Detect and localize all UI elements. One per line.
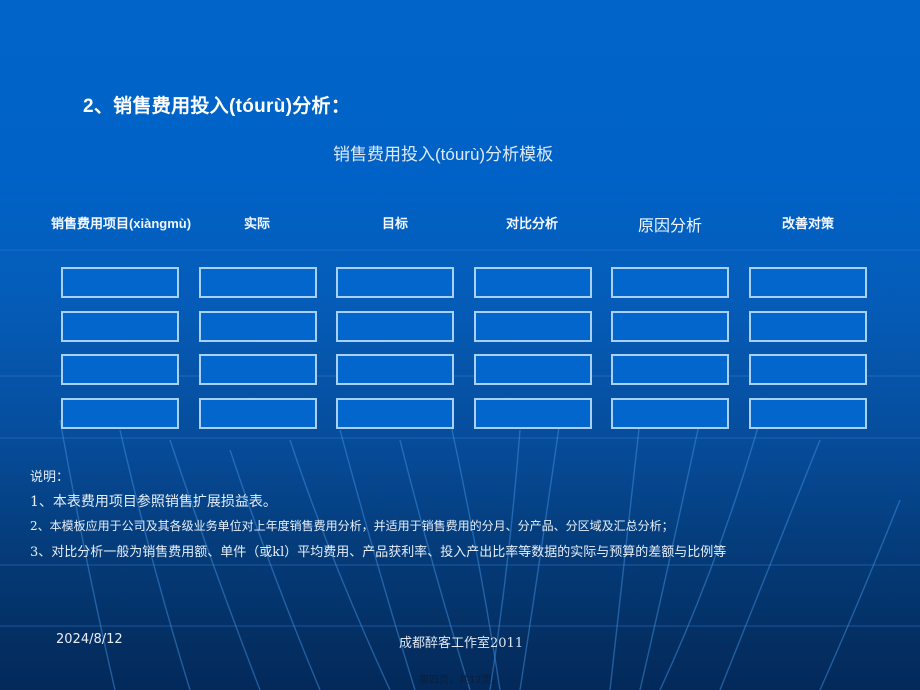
table-cell[interactable] xyxy=(336,267,454,298)
table-cell[interactable] xyxy=(749,267,867,298)
header-improvement: 改善对策 xyxy=(781,216,835,231)
table-cell[interactable] xyxy=(199,311,317,342)
table-cell[interactable] xyxy=(199,398,317,429)
table-cell[interactable] xyxy=(611,354,729,385)
header-comparison: 对比分析 xyxy=(505,216,559,231)
table-cell[interactable] xyxy=(61,398,179,429)
template-subtitle: 销售费用投入(tóurù)分析模板 xyxy=(333,145,554,164)
table-cell[interactable] xyxy=(474,398,592,429)
note-item: 3、对比分析一般为销售费用额、单件（或kl）平均费用、产品获利率、投入产出比率等… xyxy=(30,545,727,560)
table-cell[interactable] xyxy=(749,311,867,342)
table-cell[interactable] xyxy=(749,398,867,429)
table-cell[interactable] xyxy=(611,398,729,429)
table-cell[interactable] xyxy=(336,354,454,385)
table-cell[interactable] xyxy=(611,311,729,342)
header-expense-item: 销售费用项目(xiàngmù) xyxy=(50,216,192,231)
table-cell[interactable] xyxy=(611,267,729,298)
header-target: 目标 xyxy=(381,216,409,231)
table-cell[interactable] xyxy=(61,267,179,298)
table-cell[interactable] xyxy=(474,267,592,298)
header-actual: 实际 xyxy=(243,216,271,231)
page-indicator: 第四页，共17页。 xyxy=(419,675,502,686)
table-cell[interactable] xyxy=(199,354,317,385)
table-cell[interactable] xyxy=(336,398,454,429)
notes-heading: 说明： xyxy=(30,470,70,485)
table-cell[interactable] xyxy=(749,354,867,385)
table-cell[interactable] xyxy=(199,267,317,298)
note-item: 2、本模板应用于公司及其各级业务单位对上年度销售费用分析，并适用于销售费用的分月… xyxy=(30,519,674,533)
table-cell[interactable] xyxy=(336,311,454,342)
footer-date: 2024/8/12 xyxy=(56,632,123,647)
table-cell[interactable] xyxy=(61,311,179,342)
footer-organization: 成都醉客工作室2011 xyxy=(399,636,524,651)
table-cell[interactable] xyxy=(474,311,592,342)
table-cell[interactable] xyxy=(474,354,592,385)
note-item: 1、本表费用项目参照销售扩展损益表。 xyxy=(30,494,277,510)
slide-title: 2、销售费用投入(tóurù)分析： xyxy=(83,96,351,117)
header-cause-analysis: 原因分析 xyxy=(637,218,703,235)
table-cell[interactable] xyxy=(61,354,179,385)
